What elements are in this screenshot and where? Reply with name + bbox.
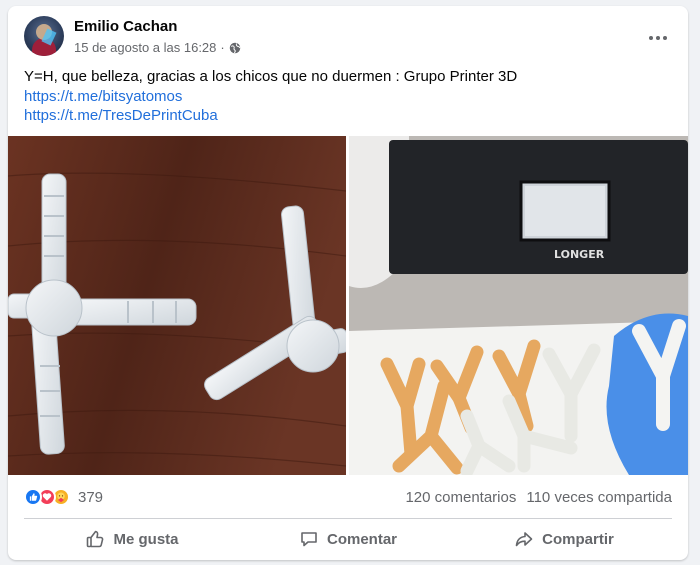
shares-count[interactable]: 110 veces compartida	[526, 489, 672, 506]
link-bitsyatomos[interactable]: https://t.me/bitsyatomos	[24, 87, 672, 107]
like-button-label: Me gusta	[113, 530, 179, 548]
post-message: Y=H, que belleza, gracias a los chicos q…	[24, 68, 518, 85]
reactions-summary[interactable]: 379	[24, 488, 103, 506]
post-meta: 15 de agosto a las 16:28 ·	[74, 40, 241, 55]
post-card: Emilio Cachan 15 de agosto a las 16:28 ·…	[8, 6, 688, 560]
post-stats: 379 120 comentarios 110 veces compartida	[24, 484, 672, 510]
actions-divider	[24, 518, 672, 519]
link-tresdeprintcuba[interactable]: https://t.me/TresDePrintCuba	[24, 106, 672, 126]
engagement-counts: 120 comentarios 110 veces compartida	[405, 489, 672, 506]
comments-count[interactable]: 120 comentarios	[405, 489, 516, 506]
thumbs-up-icon	[87, 530, 104, 548]
reaction-count[interactable]: 379	[78, 489, 103, 506]
photo-printed-connectors-on-wood[interactable]	[8, 136, 346, 475]
post-header: Emilio Cachan 15 de agosto a las 16:28 ·	[24, 16, 672, 60]
comment-icon	[301, 532, 317, 547]
like-button[interactable]: Me gusta	[24, 522, 240, 556]
like-icon	[24, 488, 42, 506]
printer-brand-label: LONGER	[554, 248, 605, 261]
comment-button[interactable]: Comentar	[240, 522, 456, 556]
globe-icon[interactable]	[229, 42, 241, 54]
author-name[interactable]: Emilio Cachan	[74, 18, 177, 35]
more-options-button[interactable]	[644, 28, 672, 48]
share-button[interactable]: Compartir	[456, 522, 672, 556]
meta-separator: ·	[220, 40, 225, 55]
comment-button-label: Comentar	[326, 530, 397, 548]
post-timestamp[interactable]: 15 de agosto a las 16:28	[74, 40, 216, 55]
avatar[interactable]	[24, 16, 64, 56]
photo-grid: LONGER	[8, 136, 688, 475]
post-actions: Me gusta Comentar Compartir	[24, 522, 672, 556]
share-icon	[515, 532, 533, 547]
post-text: Y=H, que belleza, gracias a los chicos q…	[24, 67, 672, 126]
photo-printed-y-connectors-with-printer[interactable]: LONGER	[349, 136, 688, 475]
share-button-label: Compartir	[542, 530, 614, 548]
